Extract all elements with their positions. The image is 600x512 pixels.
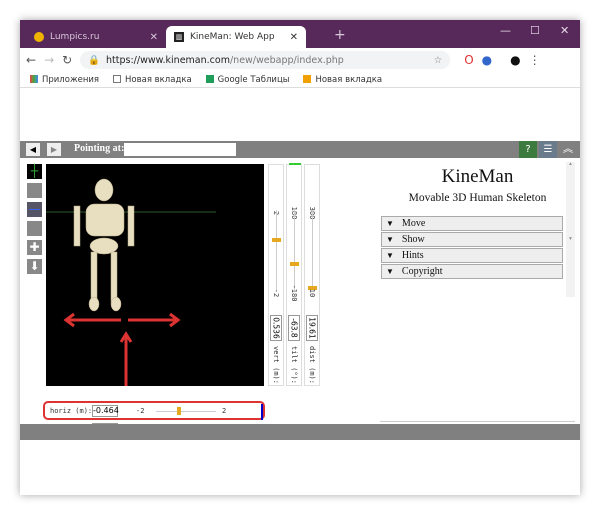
- skeleton-viewport[interactable]: [46, 164, 264, 386]
- lock-icon: 🔒: [88, 54, 101, 66]
- slider-track[interactable]: [276, 210, 277, 290]
- slider-label: tilt (°):: [290, 346, 298, 384]
- opera-icon[interactable]: O: [464, 53, 473, 67]
- tool-2-button[interactable]: [27, 183, 42, 198]
- vertical-slider-1[interactable]: 180 -180 -63.8 tilt (°):: [286, 163, 302, 386]
- section-hints[interactable]: ▼ Hints: [381, 248, 563, 263]
- bookmark-newtab[interactable]: Новая вкладка: [113, 75, 192, 85]
- slider-min: -2: [136, 407, 145, 415]
- apps-icon: [30, 75, 38, 83]
- tab-kineman[interactable]: ▥ KineMan: Web App ✕: [166, 26, 306, 48]
- slider-thumb[interactable]: [290, 262, 299, 267]
- close-tab-icon[interactable]: ✕: [290, 32, 298, 43]
- caret-down-icon: ▼: [386, 251, 394, 260]
- caret-down-icon: ▼: [386, 219, 394, 228]
- bookmarks-bar: Приложения Новая вкладка Google Таблицы …: [20, 72, 580, 88]
- favicon-icon: [34, 32, 44, 42]
- horizontal-line-icon[interactable]: —: [27, 202, 42, 217]
- slider-label: dist (m):: [308, 346, 316, 384]
- tab-lumpics[interactable]: Lumpics.ru ✕: [26, 26, 166, 48]
- bookmark-apps[interactable]: Приложения: [30, 75, 99, 85]
- image-icon: [303, 75, 312, 83]
- section-copyright[interactable]: ▼ Copyright: [381, 264, 563, 279]
- slider-track[interactable]: [312, 210, 313, 290]
- horizontal-slider-0[interactable]: horiz (m): -0.464 -2 2: [46, 405, 264, 419]
- vertical-slider-0[interactable]: 2 -2 0.536 vert (m):: [268, 164, 284, 386]
- left-tools: ┼ — ✚ ⬇: [27, 164, 42, 278]
- url-path: /new/webapp/index.php: [229, 54, 344, 66]
- app-subtitle: Movable 3D Human Skeleton: [408, 192, 547, 204]
- tab-title: KineMan: Web App: [190, 32, 275, 42]
- collapse-icon[interactable]: ︽: [559, 141, 577, 158]
- vpn-icon[interactable]: ●: [482, 53, 492, 67]
- slider-label: horiz (m):: [50, 407, 93, 415]
- info-panel: KineMan Movable 3D Human Skeleton ▼ Move …: [380, 162, 575, 297]
- pointing-label: Pointing at:: [74, 143, 125, 154]
- forward-icon[interactable]: →: [44, 53, 54, 67]
- star-icon[interactable]: ☆: [434, 55, 443, 66]
- browser-window: Lumpics.ru ✕ ▥ KineMan: Web App ✕ + — ☐ ✕ ←…: [20, 20, 580, 495]
- slider-value[interactable]: 0.536: [270, 315, 282, 341]
- app-toolbar: ◀ ▶ Pointing at: ? ☰ ︽: [20, 141, 580, 158]
- prev-button[interactable]: ◀: [26, 143, 40, 156]
- section-show[interactable]: ▼ Show: [381, 232, 563, 247]
- slider-thumb[interactable]: [272, 237, 281, 242]
- maximize-button[interactable]: ☐: [530, 24, 540, 37]
- bookmark-newtab-2[interactable]: Новая вкладка: [303, 75, 382, 85]
- kineman-favicon-icon: ▥: [174, 32, 184, 42]
- title-bar: Lumpics.ru ✕ ▥ KineMan: Web App ✕ + — ☐ ✕: [20, 20, 580, 48]
- avatar[interactable]: ●: [510, 53, 520, 67]
- close-window-button[interactable]: ✕: [560, 24, 569, 37]
- plus-icon[interactable]: ✚: [27, 240, 42, 255]
- page-icon: [113, 75, 122, 83]
- menu-icon[interactable]: ☰: [539, 141, 557, 158]
- slider-value[interactable]: -63.8: [288, 315, 300, 341]
- slider-track[interactable]: [294, 210, 295, 290]
- slider-value[interactable]: 19.61: [306, 315, 318, 341]
- back-icon[interactable]: ←: [26, 53, 36, 67]
- address-bar[interactable]: 🔒 https://www.kineman.com/new/webapp/inde…: [80, 51, 451, 69]
- bottom-bar: [20, 424, 580, 440]
- tab-title: Lumpics.ru: [50, 32, 100, 42]
- caret-down-icon: ▼: [386, 267, 394, 276]
- section-move[interactable]: ▼ Move: [381, 216, 563, 231]
- slider-min: -2: [272, 288, 280, 298]
- divider: [380, 421, 575, 422]
- axes-icon[interactable]: ┼: [27, 164, 42, 179]
- app-title: KineMan: [441, 166, 514, 187]
- minimize-button[interactable]: —: [500, 24, 511, 37]
- slider-min: 10: [308, 288, 316, 298]
- menu-icon[interactable]: ⋮: [529, 53, 541, 67]
- vertical-slider-2[interactable]: 300 10 19.61 dist (m):: [304, 164, 320, 386]
- download-icon[interactable]: ⬇: [27, 259, 42, 274]
- tool-4-button[interactable]: [27, 221, 42, 236]
- slider-min: -180: [290, 284, 298, 302]
- close-tab-icon[interactable]: ✕: [150, 32, 158, 43]
- kineman-page: ◀ ▶ Pointing at: ? ☰ ︽ ┼ — ✚ ⬇ 2 -2 0.53…: [20, 88, 580, 495]
- bookmark-sheets[interactable]: Google Таблицы: [205, 75, 289, 85]
- slider-value[interactable]: -0.464: [92, 405, 119, 417]
- new-tab-button[interactable]: +: [334, 27, 346, 43]
- skeleton-image: [46, 178, 216, 386]
- reload-icon[interactable]: ↻: [62, 53, 72, 67]
- help-icon[interactable]: ?: [519, 141, 537, 158]
- blue-marker: [261, 404, 263, 420]
- url-host: https://www.kineman.com: [106, 54, 230, 66]
- info-scrollbar[interactable]: ▲ ▼: [566, 162, 575, 297]
- active-indicator: [289, 163, 301, 165]
- caret-down-icon: ▼: [386, 235, 394, 244]
- slider-thumb[interactable]: [176, 407, 181, 415]
- sheets-icon: [205, 75, 214, 83]
- slider-track[interactable]: [156, 411, 216, 412]
- browser-toolbar: ← → ↻ 🔒 https://www.kineman.com/new/webap…: [20, 48, 580, 72]
- slider-max: 2: [222, 407, 227, 415]
- next-button[interactable]: ▶: [47, 143, 61, 156]
- pointing-input[interactable]: [124, 143, 236, 156]
- slider-label: vert (m):: [272, 346, 280, 384]
